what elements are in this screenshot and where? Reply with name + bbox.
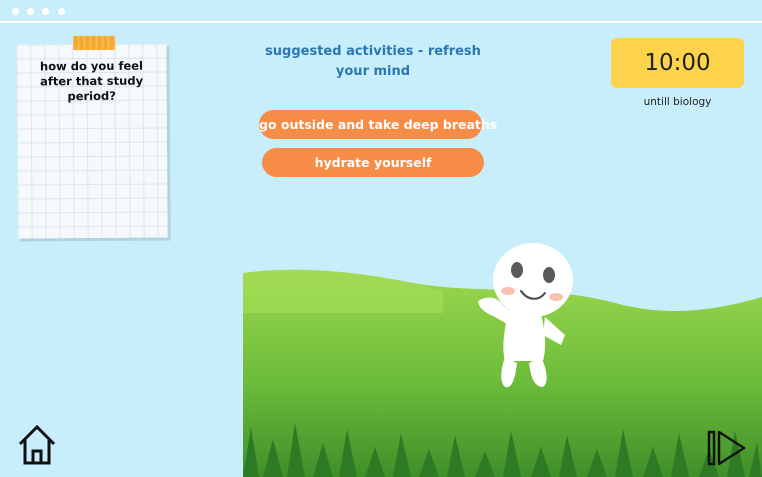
countdown-timer: 10:00	[611, 38, 744, 88]
note-question: how do you feel after that study period?	[39, 58, 144, 104]
window-top-bar	[0, 0, 762, 23]
window-dot-1	[12, 8, 19, 15]
home-icon[interactable]	[16, 424, 58, 466]
timer-caption: untill biology	[643, 96, 712, 108]
window-dot-3	[42, 8, 49, 15]
activities-title: suggested activities - refresh your mind	[265, 44, 481, 79]
window-dot-4	[58, 8, 65, 15]
skip-forward-icon[interactable]	[707, 430, 747, 466]
sticky-note: how do you feel after that study period?	[16, 35, 168, 239]
activity-hydrate-button[interactable]: hydrate yourself	[262, 148, 484, 177]
window-dot-2	[27, 8, 34, 15]
activity-go-outside-button[interactable]: go outside and take deep breaths	[259, 110, 497, 139]
grass-field-scene	[243, 243, 762, 477]
tape-icon	[73, 35, 116, 51]
grass-highlight	[243, 269, 443, 313]
